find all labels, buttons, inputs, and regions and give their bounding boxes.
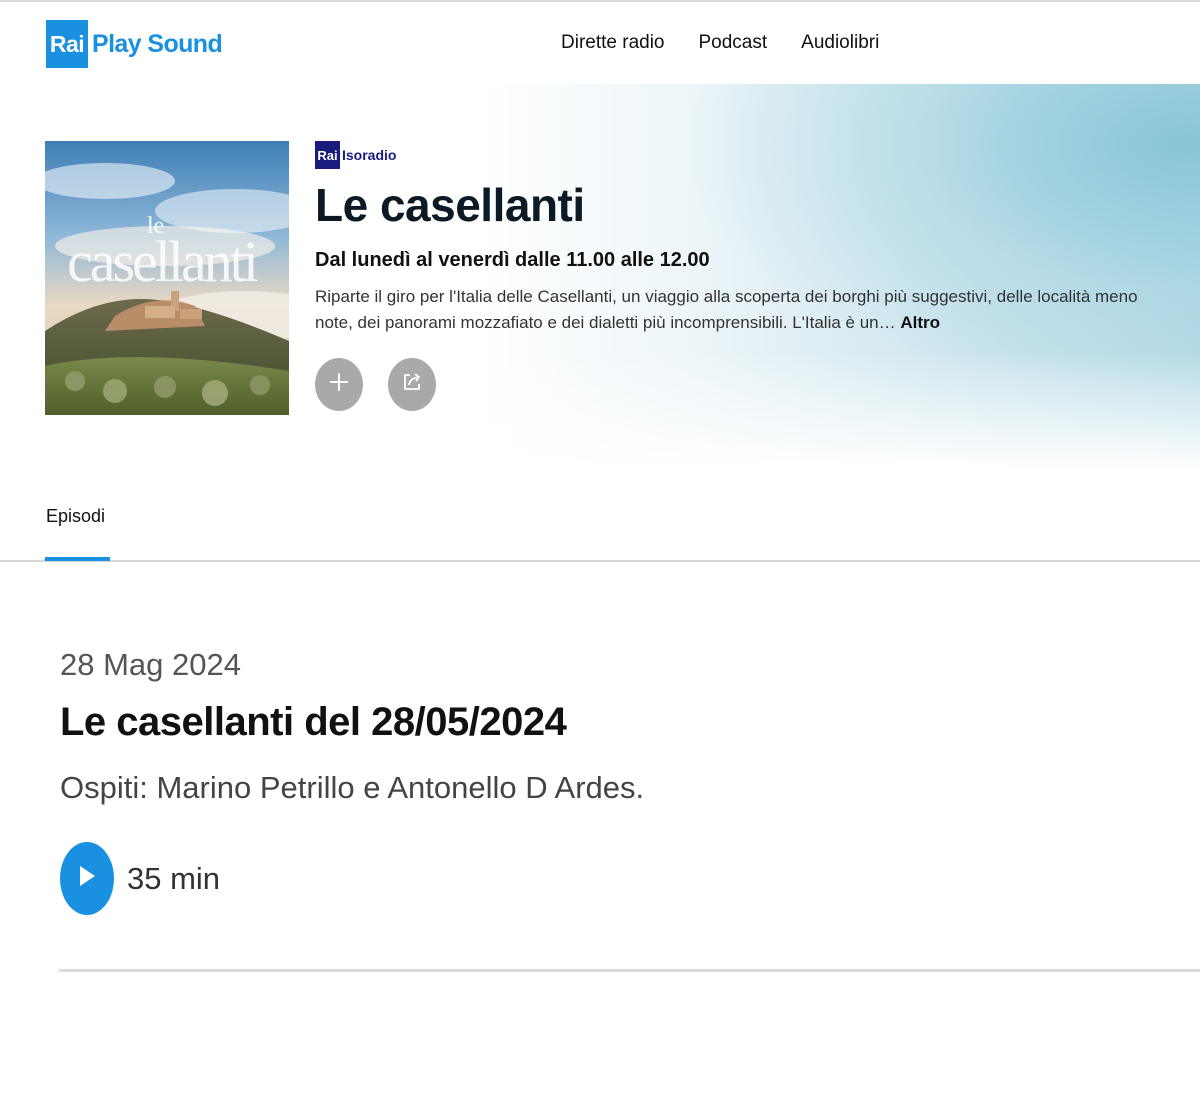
share-button[interactable] [388,358,436,411]
program-title: Le casellanti [315,179,585,231]
episode-divider [59,969,1200,972]
active-tab-indicator [45,557,110,561]
nav-item-podcast[interactable]: Podcast [699,32,768,54]
channel-name: Isoradio [342,147,397,163]
episode-play-button[interactable] [60,842,114,915]
play-icon [77,864,97,893]
logo-text: Play Sound [92,29,223,58]
read-more-link[interactable]: Altro [900,313,940,332]
program-schedule: Dal lunedì al venerdì dalle 11.00 alle 1… [315,249,710,271]
program-description-text: Riparte il giro per l'Italia delle Casel… [315,287,1138,332]
cover-title-main: casellanti [67,229,259,294]
channel-rai-mark: Rai [315,141,340,169]
episode-duration: 35 min [127,861,221,896]
episode-title[interactable]: Le casellanti del 28/05/2024 [60,700,567,745]
tab-episodi[interactable]: Episodi [46,506,105,527]
episode-description: Ospiti: Marino Petrillo e Antonello D Ar… [60,770,645,805]
channel-badge-isoradio[interactable]: Rai Isoradio [315,141,396,169]
share-icon [401,371,423,398]
main-nav: Dirette radio Podcast Audiolibri [561,32,879,54]
tabs-divider [0,560,1200,562]
logo-rai-mark: Rai [46,20,88,68]
program-description: Riparte il giro per l'Italia delle Casel… [315,284,1175,335]
plus-icon [329,372,349,397]
site-header: Rai Play Sound Dirette radio Podcast Aud… [0,2,1200,84]
nav-item-audiolibri[interactable]: Audiolibri [801,32,879,54]
add-to-favorites-button[interactable] [315,358,363,411]
program-cover-image: le casellanti [45,141,289,415]
raiplaysound-logo[interactable]: Rai Play Sound [46,20,223,68]
nav-item-dirette-radio[interactable]: Dirette radio [561,32,665,54]
episode-date: 28 Mag 2024 [60,647,241,682]
